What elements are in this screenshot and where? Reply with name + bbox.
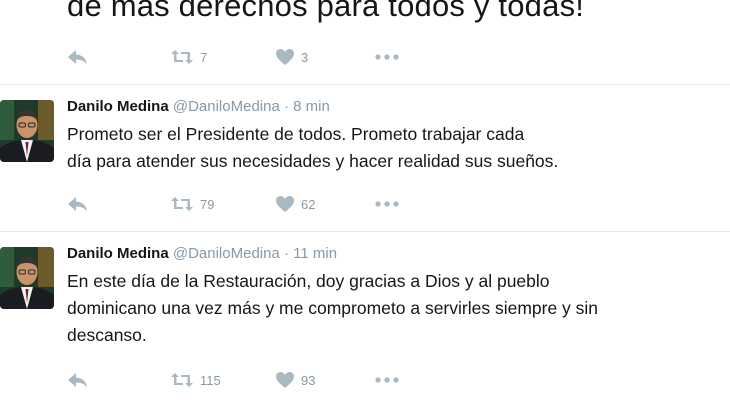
- author-handle[interactable]: @DaniloMedina: [173, 245, 280, 262]
- author-handle[interactable]: @DaniloMedina: [173, 98, 280, 115]
- tweet-text: En este día de la Restauración, doy grac…: [67, 268, 598, 349]
- retweet-count: 7: [200, 49, 208, 65]
- retweet-button[interactable]: 7: [170, 47, 207, 67]
- retweet-button[interactable]: 115: [170, 370, 221, 390]
- tweet-text-line: En este día de la Restauración, doy grac…: [67, 271, 550, 291]
- reply-icon: [68, 50, 87, 64]
- like-button[interactable]: 3: [275, 47, 308, 67]
- author-name[interactable]: Danilo Medina: [67, 245, 169, 262]
- tweet-text-line: descanso.: [67, 325, 147, 345]
- more-icon: [375, 54, 399, 60]
- tweet-text: de más derechos para todos y todas!: [67, 0, 585, 23]
- retweet-icon: [171, 50, 193, 64]
- like-count: 3: [301, 49, 309, 65]
- more-icon: [375, 201, 399, 207]
- avatar[interactable]: [0, 247, 54, 309]
- like-button[interactable]: 62: [275, 194, 315, 214]
- reply-button[interactable]: [67, 370, 89, 390]
- author-name[interactable]: Danilo Medina: [67, 98, 169, 115]
- tweet-header: Danilo Medina @DaniloMedina · 11 min: [67, 245, 337, 262]
- more-button[interactable]: [374, 370, 400, 390]
- retweet-icon: [171, 373, 193, 387]
- tweet-header: Danilo Medina @DaniloMedina · 8 min: [67, 98, 330, 115]
- tweet-text-line: dominicano una vez más y me comprometo a…: [67, 298, 599, 318]
- tweet-text: Prometo ser el Presidente de todos. Prom…: [67, 121, 558, 175]
- heart-icon: [276, 49, 294, 65]
- reply-button[interactable]: [67, 194, 89, 214]
- heart-icon: [276, 372, 294, 388]
- retweet-count: 115: [200, 372, 221, 388]
- tweet: Danilo Medina @DaniloMedina · 8 min Prom…: [0, 98, 730, 228]
- reply-icon: [68, 373, 87, 387]
- tweet-text-line: día para atender sus necesidades y hacer…: [67, 151, 559, 171]
- tweet-actions: 7 3: [0, 47, 730, 67]
- like-count: 93: [301, 372, 316, 388]
- divider: [0, 231, 730, 232]
- tweet: Danilo Medina @DaniloMedina · 11 min En …: [0, 245, 730, 395]
- more-button[interactable]: [374, 47, 400, 67]
- retweet-icon: [171, 197, 193, 211]
- avatar[interactable]: [0, 100, 54, 162]
- divider: [0, 84, 730, 85]
- like-button[interactable]: 93: [275, 370, 315, 390]
- like-count: 62: [301, 196, 316, 212]
- heart-icon: [276, 196, 294, 212]
- retweet-count: 79: [200, 196, 215, 212]
- tweet-actions: 115 93: [0, 370, 730, 390]
- more-icon: [375, 377, 399, 383]
- separator: ·: [283, 245, 289, 262]
- more-button[interactable]: [374, 194, 400, 214]
- timestamp[interactable]: 8 min: [293, 98, 330, 115]
- top-tweet: de más derechos para todos y todas! 7 3: [0, 0, 730, 84]
- reply-icon: [68, 197, 87, 211]
- reply-button[interactable]: [67, 47, 89, 67]
- timestamp[interactable]: 11 min: [293, 245, 337, 262]
- tweet-actions: 79 62: [0, 194, 730, 214]
- separator: ·: [283, 98, 289, 115]
- retweet-button[interactable]: 79: [170, 194, 214, 214]
- tweet-text-line: Prometo ser el Presidente de todos. Prom…: [67, 124, 525, 144]
